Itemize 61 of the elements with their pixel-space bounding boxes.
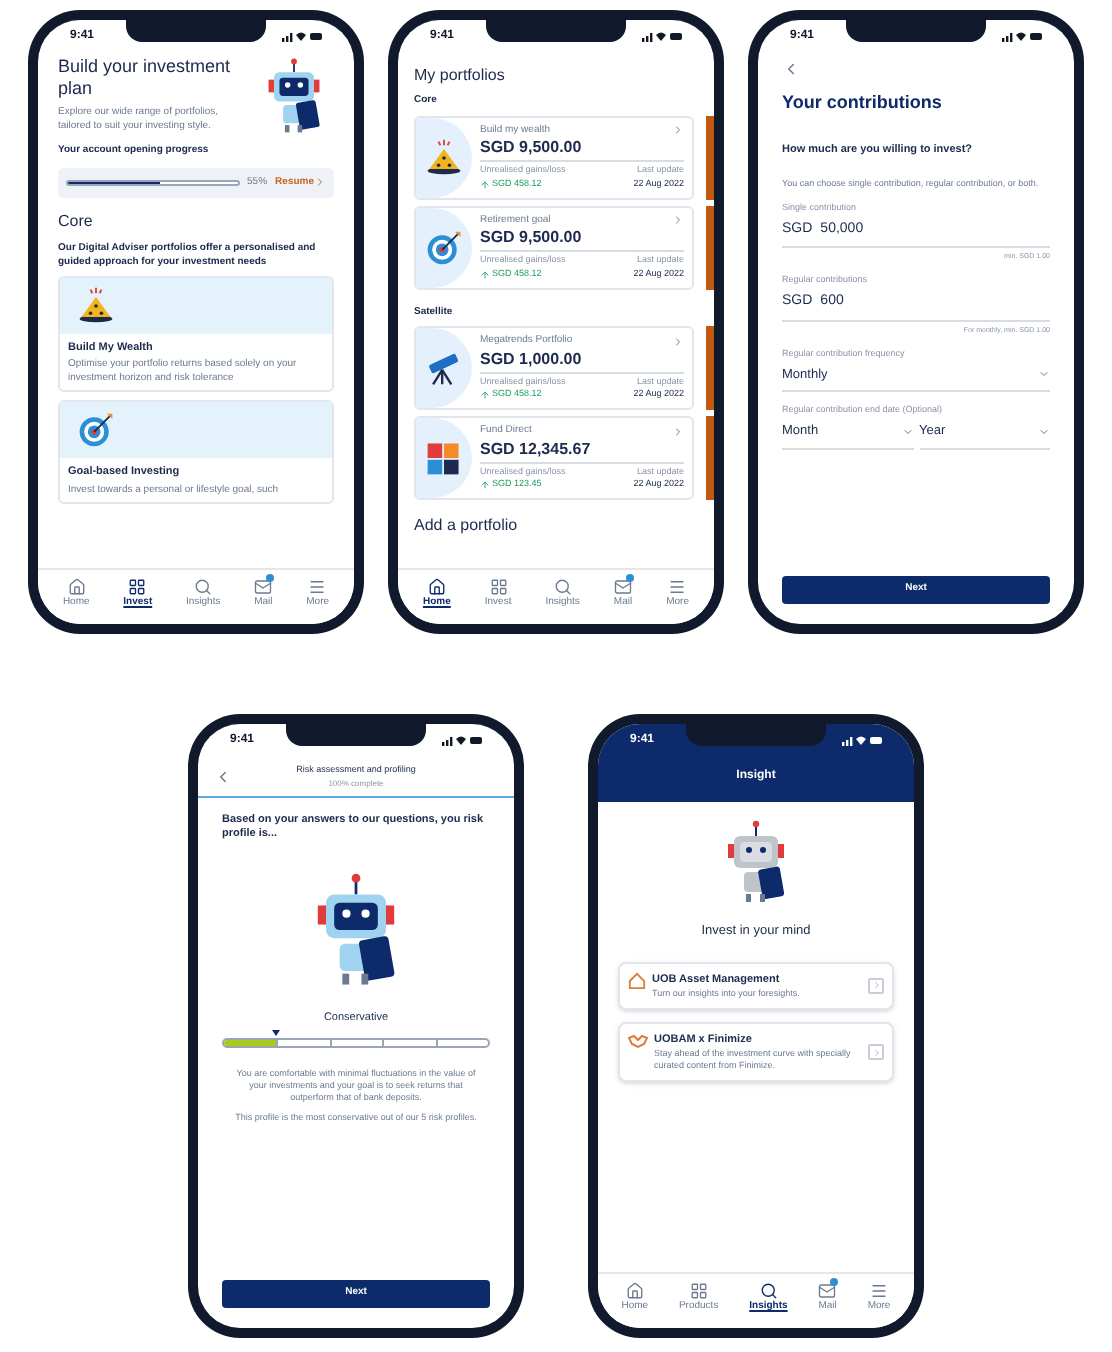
- chevron-right-icon: [672, 425, 684, 438]
- phone-notch: [846, 20, 986, 42]
- status-icons: [1002, 30, 1042, 42]
- status-icons: [642, 30, 682, 42]
- arrow-up-icon: [480, 269, 490, 280]
- portfolio-amount: SGD 12,345.67: [480, 439, 593, 459]
- phone-notch: [126, 20, 266, 42]
- back-icon[interactable]: [782, 60, 800, 78]
- arrow-up-icon: [480, 480, 490, 491]
- puzzle-drawing: [424, 438, 464, 478]
- chevron-right-icon: [672, 124, 684, 137]
- page-title: Build your investment plan: [58, 56, 233, 100]
- target-drawing: [424, 227, 464, 267]
- house-icon: [628, 971, 646, 990]
- menu-icon: [870, 1282, 889, 1300]
- mail-icon: [818, 1282, 837, 1300]
- section-title: Add a portfolio: [414, 514, 520, 538]
- phone-notch: [686, 724, 826, 746]
- chevron-box-icon: [868, 977, 884, 994]
- grid-icon: [128, 578, 147, 596]
- search-icon: [759, 1282, 778, 1300]
- home-icon: [625, 1282, 644, 1300]
- portfolio-amount: SGD 1,000.00: [480, 349, 584, 369]
- accent-bar: [706, 326, 714, 410]
- chevron-down-icon: [1038, 425, 1050, 438]
- status-icons: [442, 734, 482, 746]
- accent-bar: [706, 115, 714, 199]
- chevron-right-icon: [314, 176, 326, 189]
- chevron-box-icon: [868, 1044, 884, 1061]
- search-icon: [194, 578, 213, 596]
- arrow-up-icon: [480, 179, 490, 190]
- status-icons: [282, 30, 322, 42]
- menu-icon: [308, 578, 327, 596]
- portfolio-amount: SGD 9,500.00: [480, 228, 584, 248]
- accent-bar: [706, 416, 714, 500]
- coin-pile-drawing: [424, 137, 464, 177]
- arrow-up-icon: [480, 390, 490, 401]
- portfolio-amount: SGD 9,500.00: [480, 138, 584, 158]
- page-title: My portfolios: [414, 64, 507, 88]
- chevron-right-icon: [672, 214, 684, 227]
- chevron-down-icon: [1038, 368, 1050, 381]
- grid-icon: [689, 1282, 708, 1300]
- back-icon[interactable]: [214, 767, 232, 786]
- home-icon: [67, 578, 86, 596]
- search-icon: [553, 578, 572, 596]
- accent-bar: [706, 205, 714, 289]
- grid-icon: [489, 578, 508, 596]
- status-icons: [842, 734, 882, 746]
- section-title: Core: [58, 210, 95, 234]
- target-drawing: [76, 410, 116, 451]
- chevron-right-icon: [672, 335, 684, 348]
- mail-icon: [254, 578, 273, 596]
- phone-notch: [486, 20, 626, 42]
- page-title: Your contributions: [782, 90, 944, 116]
- mail-icon: [614, 578, 632, 596]
- chevron-down-icon: [901, 425, 913, 438]
- coin-pile-drawing: [76, 286, 116, 326]
- telescope-drawing: [424, 348, 464, 388]
- menu-icon: [668, 578, 687, 596]
- home-icon: [427, 578, 446, 596]
- phone-notch: [286, 724, 426, 746]
